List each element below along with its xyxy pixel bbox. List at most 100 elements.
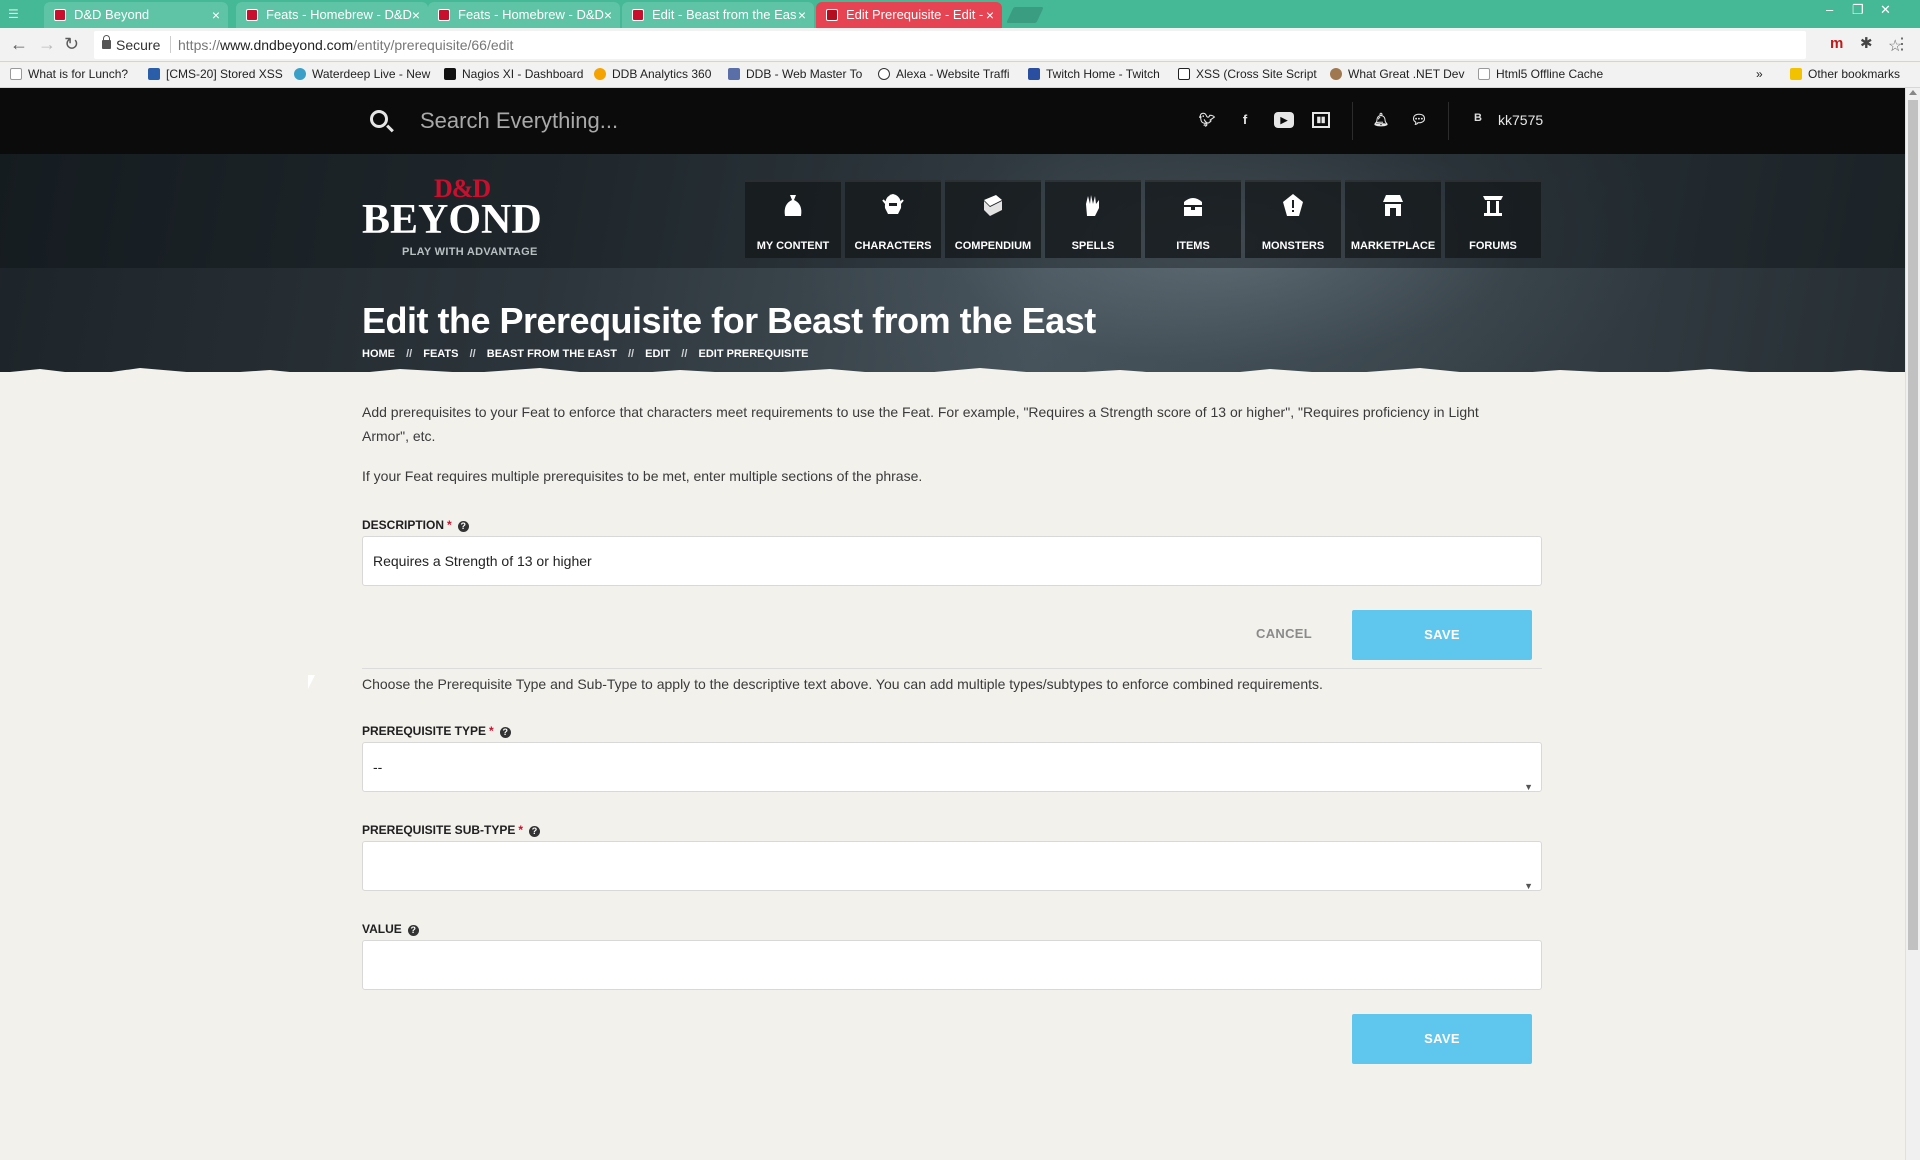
forward-icon[interactable]: → [38, 34, 56, 54]
bookmark-item[interactable]: XSS (Cross Site Script [1178, 67, 1317, 81]
new-tab-button[interactable] [1006, 7, 1044, 23]
tab-close-icon[interactable]: × [212, 2, 220, 28]
bag-icon [784, 195, 802, 216]
breadcrumb-home[interactable]: HOME [362, 348, 395, 360]
help-icon[interactable]: ? [529, 826, 541, 837]
tab-close-icon[interactable]: × [798, 2, 806, 28]
breadcrumb-edit[interactable]: EDIT [645, 348, 670, 360]
bookmark-item[interactable]: What Great .NET Dev [1330, 67, 1464, 81]
bookmark-item[interactable]: [CMS-20] Stored XSS [148, 67, 283, 81]
divider [1352, 102, 1353, 140]
dropdown-arrow-icon: ▼ [1524, 881, 1533, 891]
analytics-icon [594, 68, 606, 80]
page-title: Edit the Prerequisite for Beast from the… [362, 300, 1096, 341]
bookmark-item[interactable]: What is for Lunch? [10, 67, 128, 81]
folder-icon [1790, 68, 1802, 80]
other-bookmarks[interactable]: Other bookmarks [1790, 67, 1900, 81]
browser-tab[interactable]: Edit - Beast from the Eas × [622, 2, 814, 28]
twitch-icon[interactable]: ▮▮ [1312, 112, 1330, 128]
tab-close-icon[interactable]: × [412, 2, 420, 28]
browser-tab[interactable]: D&D Beyond × [44, 2, 228, 28]
nav-marketplace[interactable]: MARKETPLACE [1345, 180, 1441, 258]
description-input[interactable] [362, 536, 1542, 586]
twitter-icon[interactable]: 🐦︎ [1198, 112, 1216, 128]
extension-m-icon[interactable]: m [1830, 35, 1843, 52]
site-logo[interactable]: D&D BEYOND PLAY WITH ADVANTAGE [362, 174, 562, 264]
url-text[interactable]: https://www.dndbeyond.com/entity/prerequ… [178, 37, 513, 53]
help-icon[interactable]: ? [499, 727, 511, 738]
facebook-icon[interactable]: f [1236, 112, 1254, 128]
bookmark-item[interactable]: Alexa - Website Traffi [878, 67, 1010, 81]
value-input[interactable] [362, 940, 1542, 990]
site-search-input[interactable] [420, 108, 820, 134]
scrollbar-thumb[interactable] [1908, 100, 1918, 950]
chrome-menu-icon[interactable]: ☰ [8, 8, 22, 20]
scroll-up-arrow-icon[interactable] [1909, 90, 1917, 95]
youtube-icon[interactable]: ▶ [1274, 112, 1294, 128]
dndbeyond-favicon-icon [826, 9, 838, 21]
bookmark-item[interactable]: DDB Analytics 360 [594, 67, 711, 81]
nav-items[interactable]: ITEMS [1145, 180, 1241, 258]
address-bar[interactable]: Secure https://www.dndbeyond.com/entity/… [94, 31, 1902, 59]
prerequisite-subtype-select[interactable]: ▼ [362, 841, 1542, 891]
cancel-button[interactable]: CANCEL [1256, 626, 1312, 641]
bookmark-item[interactable]: Waterdeep Live - New [294, 67, 430, 81]
user-badge-icon: B [1474, 112, 1482, 124]
search-icon[interactable] [370, 110, 388, 128]
browser-tab-strip: ☰ D&D Beyond × Feats - Homebrew - D&D × … [0, 0, 1920, 28]
browser-tab[interactable]: Feats - Homebrew - D&D × [428, 2, 620, 28]
nav-characters[interactable]: CHARACTERS [845, 180, 941, 258]
restore-icon[interactable]: ❐ [1852, 2, 1864, 18]
help-icon[interactable]: ? [457, 521, 469, 532]
hand-icon [1086, 195, 1099, 216]
tab-close-icon[interactable]: × [604, 2, 612, 28]
book-icon [984, 195, 1002, 216]
intro-text: Add prerequisites to your Feat to enforc… [362, 404, 1479, 444]
eye-icon [294, 68, 306, 80]
divider [1448, 102, 1449, 140]
bookmarks-overflow-button[interactable]: » [1756, 67, 1763, 81]
username-link[interactable]: kk7575 [1498, 112, 1543, 128]
nav-monsters[interactable]: MONSTERS [1245, 180, 1341, 258]
breadcrumb-separator: // [627, 348, 635, 360]
reload-icon[interactable]: ↻ [64, 34, 79, 54]
bookmark-item[interactable]: Html5 Offline Cache [1478, 67, 1603, 81]
nav-spells[interactable]: SPELLS [1045, 180, 1141, 258]
dndbeyond-favicon-icon [632, 9, 644, 21]
extension-gear-icon[interactable]: ✱ [1860, 34, 1873, 52]
browser-tab-active[interactable]: Edit Prerequisite - Edit - × [816, 2, 1002, 28]
lock-icon [102, 35, 111, 49]
prerequisite-type-select[interactable]: -- ▼ [362, 742, 1542, 792]
nav-forums[interactable]: FORUMS [1445, 180, 1541, 258]
chrome-menu-dots-icon[interactable]: ⋮ [1894, 34, 1910, 54]
tab-title: Edit - Beast from the Eas [652, 7, 797, 22]
browser-toolbar: ← → ↻ Secure https://www.dndbeyond.com/e… [0, 28, 1920, 62]
chat-icon[interactable]: 💬︎ [1410, 112, 1428, 128]
bookmark-item[interactable]: DDB - Web Master To [728, 67, 862, 81]
back-icon[interactable]: ← [10, 34, 28, 54]
type-instructions: Choose the Prerequisite Type and Sub-Typ… [362, 676, 1323, 692]
site-top-bar: 🐦︎ f ▶ ▮▮ 🔔︎ 💬︎ B kk7575 [0, 88, 1905, 154]
nav-compendium[interactable]: COMPENDIUM [945, 180, 1041, 258]
save-prerequisite-button[interactable]: SAVE [1352, 1014, 1532, 1064]
prerequisite-subtype-label: PREREQUISITE SUB-TYPE *? [362, 823, 541, 837]
rs-icon [1178, 68, 1190, 80]
page-scrollbar[interactable] [1905, 88, 1920, 1160]
window-close-icon[interactable]: ✕ [1880, 2, 1891, 18]
dndbeyond-favicon-icon [246, 9, 258, 21]
bookmark-item[interactable]: Twitch Home - Twitch [1028, 67, 1160, 81]
save-description-button[interactable]: SAVE [1352, 610, 1532, 660]
browser-tab[interactable]: Feats - Homebrew - D&D × [236, 2, 428, 28]
breadcrumb-feats[interactable]: FEATS [423, 348, 458, 360]
minimize-icon[interactable]: – [1826, 2, 1833, 17]
breadcrumb-feat[interactable]: BEAST FROM THE EAST [487, 348, 617, 360]
help-icon[interactable]: ? [407, 925, 419, 936]
tab-close-icon[interactable]: × [986, 2, 994, 28]
nav-my-content[interactable]: MY CONTENT [745, 180, 841, 258]
bell-icon[interactable]: 🔔︎ [1372, 112, 1390, 128]
bookmark-item[interactable]: Nagios XI - Dashboard [444, 67, 583, 81]
tab-title: Feats - Homebrew - D&D [458, 7, 604, 22]
page-icon [10, 68, 22, 80]
helmet-icon [882, 194, 904, 214]
monster-icon [1283, 194, 1303, 216]
